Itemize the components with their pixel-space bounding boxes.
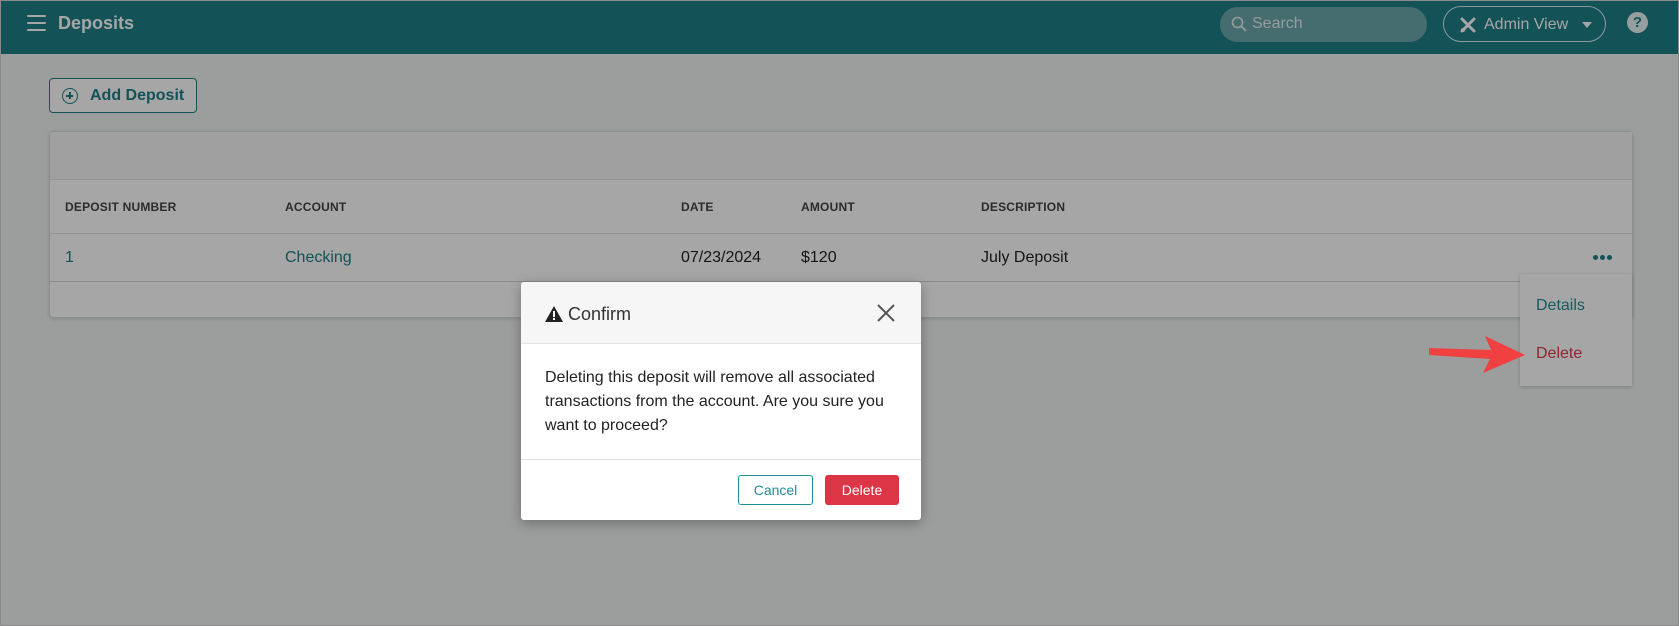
confirm-dialog: Confirm Deleting this deposit will remov… xyxy=(521,282,921,520)
close-icon[interactable] xyxy=(876,303,896,323)
app-window: Deposits Admin View ? Add Deposit D xyxy=(0,0,1679,626)
dialog-footer: Cancel Delete xyxy=(521,459,921,520)
dialog-title: Confirm xyxy=(568,304,632,324)
cancel-button[interactable]: Cancel xyxy=(738,475,813,505)
arrow-annotation-icon xyxy=(1429,336,1525,373)
warning-icon xyxy=(545,306,563,322)
dialog-message: Deleting this deposit will remove all as… xyxy=(545,369,884,434)
dialog-header: Confirm xyxy=(521,282,921,344)
delete-button[interactable]: Delete xyxy=(825,475,899,505)
